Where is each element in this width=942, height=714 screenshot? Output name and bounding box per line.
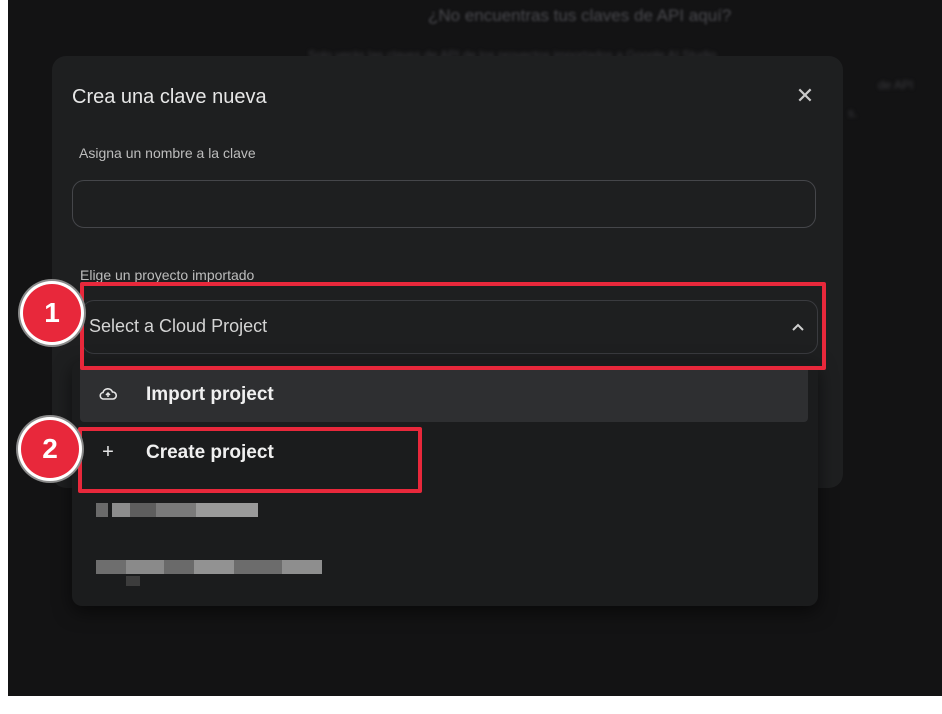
create-project-option[interactable]: + Create project [80, 424, 808, 480]
redacted-project-option-1[interactable] [96, 503, 258, 517]
project-select-value: Select a Cloud Project [89, 316, 268, 336]
close-icon[interactable]: ✕ [793, 84, 817, 108]
key-name-input[interactable] [72, 180, 816, 228]
project-select[interactable]: Select a Cloud Project [82, 300, 818, 354]
create-project-label: Create project [146, 442, 274, 463]
import-project-label: Import project [146, 384, 274, 405]
annotation-badge-1: 1 [23, 284, 81, 342]
plus-icon: + [102, 441, 114, 463]
project-label: Elige un proyecto importado [80, 267, 255, 283]
background-heading: ¿No encuentras tus claves de API aquí? [428, 6, 732, 25]
background-text-line-3: s. [848, 106, 858, 120]
annotation-badge-2: 2 [21, 420, 79, 478]
key-name-label: Asigna un nombre a la clave [79, 145, 256, 161]
redacted-project-option-2[interactable] [96, 560, 322, 586]
dialog-title: Crea una clave nueva [72, 86, 267, 108]
background-text-line-2: de API [878, 78, 914, 92]
chevron-up-icon [792, 323, 804, 331]
import-project-option[interactable]: Import project [80, 366, 808, 422]
cloud-upload-icon [98, 384, 118, 404]
